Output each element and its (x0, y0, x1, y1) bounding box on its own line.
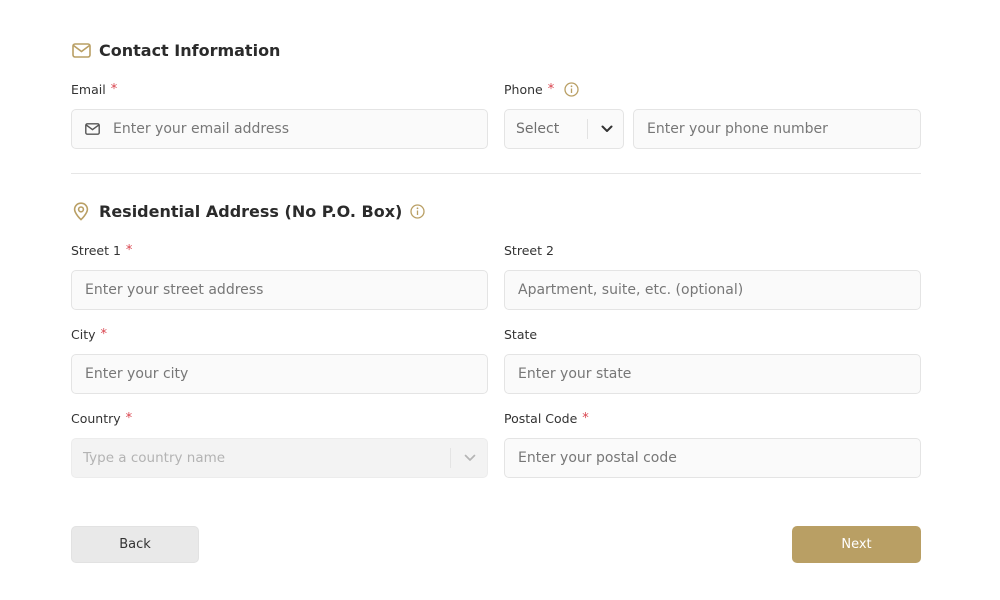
select-divider (450, 448, 451, 468)
phone-placeholder: Enter your phone number (647, 121, 828, 137)
mail-icon (85, 123, 101, 135)
required-mark: * (125, 411, 133, 426)
street2-placeholder: Apartment, suite, etc. (optional) (518, 282, 744, 298)
state-label: State (504, 327, 538, 342)
required-mark: * (110, 82, 118, 97)
street1-field[interactable]: Enter your street address (71, 270, 488, 310)
contact-title-text: Contact Information (99, 40, 281, 60)
phone-label: Phone * (504, 82, 579, 97)
required-mark: * (547, 82, 555, 97)
city-placeholder: Enter your city (85, 366, 189, 382)
postal-code-label: Postal Code * (504, 411, 589, 426)
street2-field[interactable]: Apartment, suite, etc. (optional) (504, 270, 921, 310)
email-placeholder: Enter your email address (113, 121, 290, 137)
postal-code-placeholder: Enter your postal code (518, 450, 677, 466)
phone-code-value: Select (516, 121, 560, 137)
phone-number-field[interactable]: Enter your phone number (633, 109, 921, 149)
chevron-down-icon[interactable] (595, 110, 619, 147)
back-button-label: Back (119, 537, 151, 552)
required-mark: * (125, 243, 133, 258)
info-icon[interactable] (410, 203, 426, 219)
section-divider (71, 173, 921, 174)
next-button[interactable]: Next (792, 526, 921, 563)
map-pin-icon (71, 201, 91, 221)
city-label: City * (71, 327, 107, 342)
street1-label: Street 1 * (71, 243, 133, 258)
contact-section-title: Contact Information (71, 40, 280, 60)
state-placeholder: Enter your state (518, 366, 632, 382)
next-button-label: Next (841, 537, 872, 552)
postal-code-field[interactable]: Enter your postal code (504, 438, 921, 478)
info-icon[interactable] (564, 82, 579, 97)
email-label: Email * (71, 82, 118, 97)
back-button[interactable]: Back (71, 526, 199, 563)
city-field[interactable]: Enter your city (71, 354, 488, 394)
email-field[interactable]: Enter your email address (71, 109, 488, 149)
required-mark: * (582, 411, 589, 426)
mail-icon (71, 40, 91, 60)
country-placeholder: Type a country name (83, 450, 226, 466)
select-divider (587, 119, 588, 139)
street2-label: Street 2 (504, 243, 554, 258)
required-mark: * (100, 327, 108, 342)
state-field[interactable]: Enter your state (504, 354, 921, 394)
address-section-title: Residential Address (No P.O. Box) (71, 201, 426, 221)
street1-placeholder: Enter your street address (85, 282, 264, 298)
phone-code-select[interactable]: Select (504, 109, 624, 149)
chevron-down-icon[interactable] (454, 439, 486, 476)
country-combobox[interactable]: Type a country name (71, 438, 488, 478)
address-title-text: Residential Address (No P.O. Box) (99, 201, 403, 221)
country-label: Country * (71, 411, 133, 426)
